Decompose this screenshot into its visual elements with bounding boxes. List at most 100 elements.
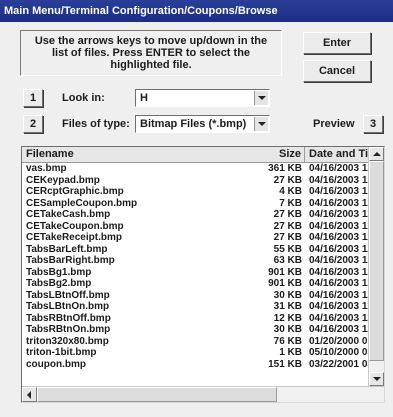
table-row[interactable]: TabsBarLeft.bmp 55 KB 04/16/2003 12: xyxy=(22,244,369,256)
column-header-date[interactable]: Date and Time xyxy=(309,147,369,163)
look-in-value: H xyxy=(140,92,148,104)
horizontal-scrollbar[interactable] xyxy=(22,386,384,402)
file-date-cell: 04/16/2003 12: xyxy=(309,324,369,335)
table-row[interactable]: CETakeReceipt.bmp 27 KB 04/16/2003 12: xyxy=(22,232,369,244)
file-date-cell: 04/16/2003 12: xyxy=(309,232,369,243)
file-size-cell: 7 KB xyxy=(279,197,302,209)
file-name-cell: TabsLBtnOn.bmp xyxy=(26,301,110,312)
file-size-cell: 151 KB xyxy=(268,358,302,370)
file-name-cell: CETakeCoupon.bmp xyxy=(26,220,124,232)
table-row[interactable]: TabsLBtnOn.bmp 31 KB 04/16/2003 12: xyxy=(22,301,369,313)
table-row[interactable]: TabsRBtnOn.bmp 30 KB 04/16/2003 12: xyxy=(22,324,369,336)
file-date-cell: 04/16/2003 12: xyxy=(309,312,369,324)
file-size-cell: 30 KB xyxy=(273,289,302,301)
file-date-cell: 03/22/2001 03: xyxy=(309,358,369,370)
file-date-cell: 04/16/2003 12: xyxy=(309,289,369,301)
file-rows: vas.bmp 361 KB 04/16/2003 12: CEKeypad.bmp 2… xyxy=(22,163,369,370)
file-type-hotkey-button[interactable]: 2 xyxy=(23,115,43,133)
file-date-cell: 04/16/2003 12: xyxy=(309,220,369,232)
file-name-cell: TabsBg1.bmp xyxy=(26,266,92,278)
table-row[interactable]: TabsBg1.bmp 901 KB 04/16/2003 12: xyxy=(22,267,369,279)
file-name-cell: TabsRBtnOn.bmp xyxy=(26,324,111,335)
preview-hotkey-button[interactable]: 3 xyxy=(363,115,383,133)
preview-label: Preview xyxy=(313,118,355,130)
file-date-cell: 04/16/2003 12: xyxy=(309,209,369,220)
file-size-cell: 76 KB xyxy=(273,335,302,347)
table-row[interactable]: triton-1bit.bmp 1 KB 05/10/2000 03: xyxy=(22,347,369,359)
table-row[interactable]: TabsBarRight.bmp 63 KB 04/16/2003 12: xyxy=(22,255,369,267)
scroll-up-icon[interactable] xyxy=(369,147,384,161)
file-name-cell: CERcptGraphic.bmp xyxy=(26,186,124,197)
scroll-left-icon[interactable] xyxy=(22,387,37,402)
file-size-cell: 12 KB xyxy=(273,312,302,324)
table-row[interactable]: CESampleCoupon.bmp 7 KB 04/16/2003 12: xyxy=(22,198,369,210)
file-size-cell: 27 KB xyxy=(273,232,302,243)
file-name-cell: TabsRBtnOff.bmp xyxy=(26,312,111,324)
file-size-cell: 361 KB xyxy=(268,163,302,174)
file-name-cell: triton-1bit.bmp xyxy=(26,347,97,358)
scroll-down-icon[interactable] xyxy=(369,372,384,386)
table-row[interactable]: CERcptGraphic.bmp 4 KB 04/16/2003 12: xyxy=(22,186,369,198)
file-date-cell: 05/10/2000 03: xyxy=(309,347,369,358)
file-date-cell: 04/16/2003 12: xyxy=(309,243,369,255)
file-name-cell: TabsBg2.bmp xyxy=(26,278,92,289)
horizontal-scroll-thumb[interactable] xyxy=(37,387,277,402)
file-size-cell: 1 KB xyxy=(279,347,302,358)
file-size-cell: 901 KB xyxy=(268,278,302,289)
file-date-cell: 01/20/2000 01: xyxy=(309,335,369,347)
browse-dialog: Main Menu/Terminal Configuration/Coupons… xyxy=(0,0,393,417)
vertical-scrollbar[interactable] xyxy=(368,147,384,386)
file-type-value: Bitmap Files (*.bmp) xyxy=(140,118,247,130)
chevron-down-icon[interactable] xyxy=(254,117,268,131)
look-in-hotkey-button[interactable]: 1 xyxy=(23,89,43,107)
file-date-cell: 04/16/2003 12: xyxy=(309,163,369,174)
file-name-cell: coupon.bmp xyxy=(26,358,86,370)
look-in-dropdown[interactable]: H xyxy=(135,89,270,107)
cancel-button[interactable]: Cancel xyxy=(303,60,371,82)
file-type-dropdown[interactable]: Bitmap Files (*.bmp) xyxy=(135,115,270,133)
file-size-cell: 901 KB xyxy=(268,266,302,278)
column-header-size[interactable]: Size xyxy=(247,147,305,163)
file-list-header: Filename Size Date and Time xyxy=(22,147,369,163)
file-name-cell: CETakeReceipt.bmp xyxy=(26,232,122,243)
file-size-cell: 63 KB xyxy=(273,255,302,266)
table-row[interactable]: TabsRBtnOff.bmp 12 KB 04/16/2003 12: xyxy=(22,313,369,325)
file-type-label: Files of type: xyxy=(62,118,130,130)
file-size-cell: 4 KB xyxy=(279,186,302,197)
file-name-cell: CEKeypad.bmp xyxy=(26,174,100,186)
file-name-cell: vas.bmp xyxy=(26,163,67,174)
file-name-cell: CESampleCoupon.bmp xyxy=(26,197,138,209)
table-row[interactable]: CETakeCoupon.bmp 27 KB 04/16/2003 12: xyxy=(22,221,369,233)
file-size-cell: 30 KB xyxy=(273,324,302,335)
column-header-filename[interactable]: Filename xyxy=(26,147,246,163)
table-row[interactable]: TabsBg2.bmp 901 KB 04/16/2003 12: xyxy=(22,278,369,290)
file-name-cell: TabsBarRight.bmp xyxy=(26,255,115,266)
file-date-cell: 04/16/2003 12: xyxy=(309,266,369,278)
file-size-cell: 31 KB xyxy=(273,301,302,312)
file-name-cell: TabsBarLeft.bmp xyxy=(26,243,108,255)
file-name-cell: CETakeCash.bmp xyxy=(26,209,111,220)
table-row[interactable]: TabsLBtnOff.bmp 30 KB 04/16/2003 12: xyxy=(22,290,369,302)
vertical-scroll-thumb[interactable] xyxy=(369,161,384,361)
file-date-cell: 04/16/2003 12: xyxy=(309,278,369,289)
file-list[interactable]: Filename Size Date and Time vas.bmp 361 K… xyxy=(21,146,385,403)
file-date-cell: 04/16/2003 12: xyxy=(309,174,369,186)
instruction-text: Use the arrows keys to move up/down in t… xyxy=(20,30,282,76)
chevron-down-icon[interactable] xyxy=(254,91,268,105)
file-size-cell: 27 KB xyxy=(273,209,302,220)
table-row[interactable]: CEKeypad.bmp 27 KB 04/16/2003 12: xyxy=(22,175,369,187)
file-size-cell: 27 KB xyxy=(273,220,302,232)
table-row[interactable]: CETakeCash.bmp 27 KB 04/16/2003 12: xyxy=(22,209,369,221)
file-date-cell: 04/16/2003 12: xyxy=(309,186,369,197)
window-title: Main Menu/Terminal Configuration/Coupons… xyxy=(0,0,393,22)
file-date-cell: 04/16/2003 12: xyxy=(309,255,369,266)
enter-button[interactable]: Enter xyxy=(303,32,371,54)
file-size-cell: 27 KB xyxy=(273,174,302,186)
table-row[interactable]: vas.bmp 361 KB 04/16/2003 12: xyxy=(22,163,369,175)
look-in-label: Look in: xyxy=(62,92,105,104)
file-size-cell: 55 KB xyxy=(273,243,302,255)
file-date-cell: 04/16/2003 12: xyxy=(309,197,369,209)
file-name-cell: triton320x80.bmp xyxy=(26,335,109,347)
table-row[interactable]: triton320x80.bmp 76 KB 01/20/2000 01: xyxy=(22,336,369,348)
table-row[interactable]: coupon.bmp 151 KB 03/22/2001 03: xyxy=(22,359,369,371)
